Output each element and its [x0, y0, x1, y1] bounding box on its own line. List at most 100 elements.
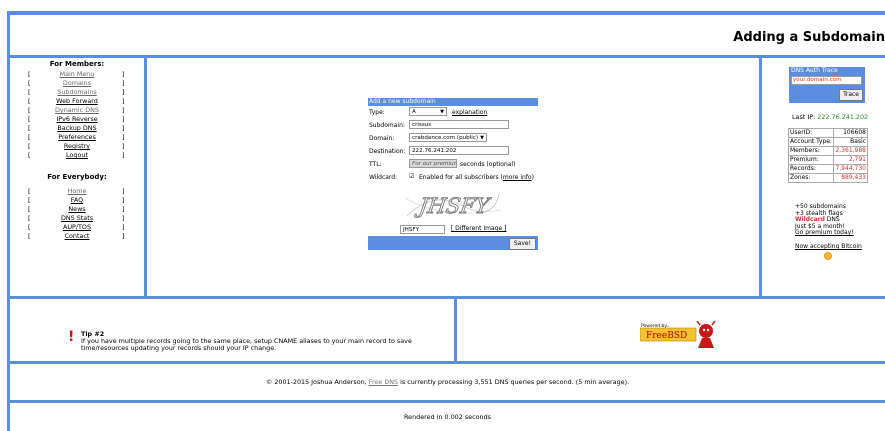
- nav-item-dynamic-dns: [ Dynamic DNS]: [10, 106, 144, 115]
- go-premium-link[interactable]: Go premium today!: [795, 230, 854, 237]
- freebsd-logo[interactable]: Powered by... FreeBSD: [640, 321, 722, 349]
- save-button[interactable]: Save!: [508, 238, 536, 250]
- subdomain-row: Subdomain: crissus: [368, 119, 538, 132]
- domain-row: Domain: crabdance.com (public) ▼: [368, 132, 538, 145]
- captcha-area: JHSFY JHSFY [ Different Image ]: [368, 184, 538, 236]
- copyright-bar: © 2001-2015 Joshua Anderson, Free DNS is…: [10, 364, 885, 400]
- nav-link[interactable]: Backup DNS: [57, 124, 96, 132]
- wildcard-text: Enabled for all subscribers (more info): [419, 174, 534, 181]
- free-dns-link[interactable]: Free DNS: [369, 378, 398, 386]
- chevron-down-icon: ▼: [440, 109, 444, 115]
- stats-value: Basic: [833, 137, 868, 147]
- exclamation-icon: !: [68, 329, 75, 345]
- different-image-link[interactable]: [ Different Image ]: [451, 225, 507, 232]
- stats-row: Zones: 889,433: [787, 173, 868, 183]
- nav-item-dns-stats: [DNS Stats]: [10, 214, 144, 223]
- wildcard-label: Wildcard:: [369, 174, 398, 181]
- last-ip: Last IP: 222.76.241.202: [792, 113, 868, 121]
- captcha-text: JHSFY: [414, 193, 493, 218]
- nav-link[interactable]: Logout: [66, 151, 88, 159]
- bracket-close: ]: [122, 79, 125, 87]
- main-content: Add a new subdomain Type: A ▼ explanatio…: [147, 58, 759, 296]
- bracket-close: ]: [122, 214, 125, 222]
- nav-link[interactable]: Home: [68, 187, 87, 195]
- stats-value: 889,433: [833, 173, 868, 183]
- nav-link[interactable]: Web Forward: [56, 97, 98, 105]
- tip-panel: ! Tip #2 If you have multiple records go…: [10, 299, 454, 361]
- trace-button[interactable]: Trace: [839, 89, 863, 101]
- subdomain-label: Subdomain:: [369, 122, 405, 129]
- type-label: Type:: [369, 109, 385, 116]
- bracket-open: [: [28, 106, 31, 114]
- nav-link[interactable]: Main Menu: [60, 70, 95, 78]
- bitcoin-icon: [824, 252, 832, 260]
- left-nav: For Members: [Main Menu] [Domains] [Subdom…: [10, 58, 144, 296]
- dns-trace-input[interactable]: your.domain.com: [791, 76, 862, 85]
- nav-link[interactable]: FAQ: [71, 196, 83, 204]
- nav-link[interactable]: Subdomains: [57, 88, 96, 96]
- stats-label: Zones:: [787, 173, 835, 183]
- bracket-open: [: [28, 205, 31, 213]
- copyright-prefix: © 2001-2015 Joshua Anderson,: [265, 378, 369, 386]
- bracket-close: ]: [122, 205, 125, 213]
- bracket-close: ]: [122, 151, 125, 159]
- dns-trace-title: DNS Auth Trace: [791, 67, 838, 74]
- form-footer: Save!: [368, 236, 538, 250]
- bracket-open: [: [28, 88, 31, 96]
- dns-trace-box: DNS Auth Trace your.domain.com Trace: [789, 67, 865, 103]
- nav-link[interactable]: News: [68, 205, 85, 213]
- ttl-row: TTL: For our premium suppor seconds (opt…: [368, 158, 538, 171]
- nav-link[interactable]: DNS Stats: [61, 214, 93, 222]
- nav-item-preferences: [Preferences]: [10, 133, 144, 142]
- wildcard-close: ): [531, 174, 534, 181]
- bracket-close: ]: [122, 124, 125, 132]
- nav-item-main-menu: [Main Menu]: [10, 70, 144, 79]
- nav-link[interactable]: Contact: [65, 232, 90, 240]
- bracket-open: [: [28, 97, 31, 105]
- right-sidebar: DNS Auth Trace your.domain.com Trace Las…: [762, 58, 885, 296]
- destination-row: Destination: 222.76.241.202: [368, 145, 538, 158]
- copyright-suffix: is currently processing 3,551 DNS querie…: [398, 378, 630, 386]
- last-ip-value: 222.76.241.202: [817, 113, 869, 121]
- nav-link[interactable]: AUP/TOS: [63, 223, 91, 231]
- tip-text: If you have multiple records going to th…: [81, 337, 412, 353]
- subdomain-input[interactable]: crissus: [409, 120, 509, 129]
- nav-item-backup-dns: [ Backup DNS]: [10, 124, 144, 133]
- type-row: Type: A ▼ explanation: [368, 106, 538, 119]
- more-info-link[interactable]: more info: [503, 174, 532, 181]
- nav-item-home: [Home]: [10, 187, 144, 196]
- stats-label: UserID:: [787, 128, 835, 138]
- bitcoin-link[interactable]: Now accepting Bitcoin: [795, 243, 862, 250]
- type-select[interactable]: A ▼: [409, 107, 447, 116]
- header: Adding a Subdomain: [10, 15, 885, 55]
- nav-link[interactable]: Domains: [63, 79, 91, 87]
- nav-link[interactable]: Preferences: [58, 133, 96, 141]
- captcha-input[interactable]: JHSFY: [400, 225, 445, 234]
- nav-link[interactable]: Dynamic DNS: [55, 106, 99, 114]
- destination-input[interactable]: 222.76.241.202: [409, 146, 509, 155]
- stats-label: Members:: [787, 146, 835, 156]
- page-title: Adding a Subdomain: [733, 30, 885, 45]
- nav-link[interactable]: Registry: [64, 142, 90, 150]
- captcha-image: JHSFY: [403, 186, 503, 222]
- domain-select[interactable]: crabdance.com (public) ▼: [409, 133, 487, 142]
- everybody-heading: For Everybody:: [47, 173, 107, 181]
- wildcard-desc: Enabled for all subscribers (: [419, 174, 503, 181]
- stats-label: Account Type:: [787, 137, 835, 147]
- bracket-close: ]: [122, 187, 125, 195]
- explanation-link[interactable]: explanation: [452, 109, 487, 116]
- ttl-input[interactable]: For our premium suppor: [409, 159, 457, 168]
- bracket-open: [: [28, 115, 31, 123]
- stats-value: 2,361,988: [833, 146, 868, 156]
- wildcard-checkbox[interactable]: ☑: [409, 173, 414, 180]
- page-frame: Adding a Subdomain For Members: [Main Me…: [7, 11, 885, 431]
- destination-label: Destination:: [369, 148, 406, 155]
- bracket-open: [: [28, 142, 31, 150]
- nav-link[interactable]: IPv6 Reverse: [56, 115, 97, 123]
- nav-item-registry: [Registry]: [10, 142, 144, 151]
- bracket-close: ]: [122, 88, 125, 96]
- bracket-close: ]: [122, 106, 125, 114]
- nav-item-web-forward: [Web Forward]: [10, 97, 144, 106]
- bracket-open: [: [28, 124, 31, 132]
- add-subdomain-form: Add a new subdomain Type: A ▼ explanatio…: [368, 98, 538, 250]
